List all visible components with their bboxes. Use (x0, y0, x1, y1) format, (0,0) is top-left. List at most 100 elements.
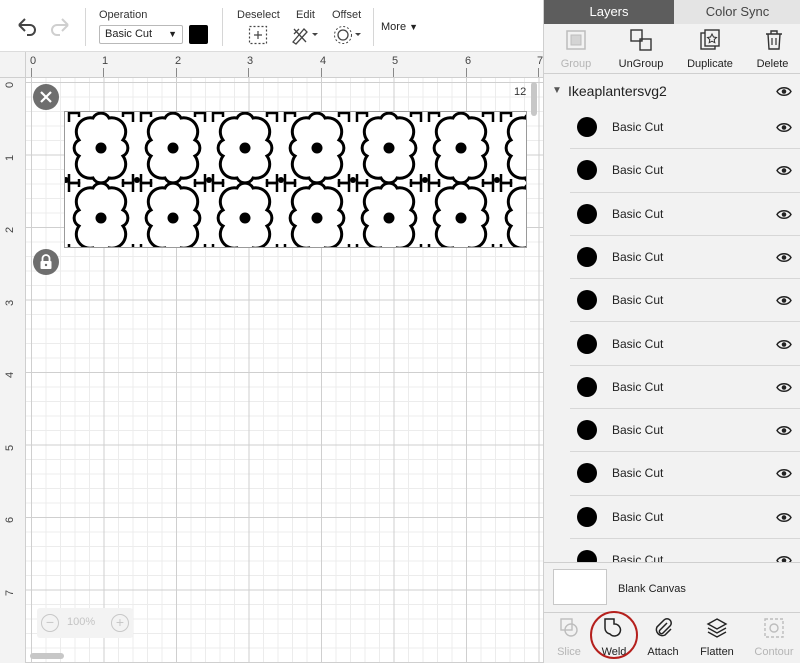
lock-proportions-button[interactable] (33, 249, 59, 275)
selection-width-label: 12 (514, 86, 527, 98)
horizontal-scrollbar[interactable] (30, 653, 64, 659)
slice-label: Slice (557, 646, 581, 658)
slice-button[interactable]: Slice (544, 613, 594, 663)
eye-icon[interactable] (776, 295, 792, 306)
eye-icon[interactable] (776, 382, 792, 393)
ruler-top: 0 1 2 3 4 5 6 7 (26, 52, 543, 78)
close-selection-button[interactable] (33, 84, 59, 110)
eye-icon[interactable] (776, 339, 792, 350)
blank-canvas-row[interactable]: Blank Canvas (544, 562, 800, 612)
blank-canvas-label: Blank Canvas (618, 583, 686, 595)
layer-color-dot[interactable] (577, 550, 597, 562)
tab-color-sync[interactable]: Color Sync (674, 0, 800, 24)
offset-icon[interactable] (333, 25, 363, 45)
layer-color-dot[interactable] (577, 160, 597, 181)
group-button[interactable]: Group (544, 24, 608, 74)
attach-button[interactable]: Attach (638, 613, 688, 663)
layer-name: Basic Cut (612, 206, 664, 221)
ruler-number: 1 (4, 154, 16, 161)
undo-icon[interactable] (15, 14, 39, 38)
toolbar-divider (85, 8, 86, 46)
layer-color-dot[interactable] (577, 246, 597, 267)
layer-list: Basic Cut Basic Cut Basic Cut Basic Cut Basi… (544, 106, 800, 562)
layer-color-dot[interactable] (577, 117, 597, 137)
eye-icon[interactable] (776, 468, 792, 479)
contour-icon (764, 618, 784, 638)
layer-row[interactable]: Basic Cut (570, 496, 800, 539)
bottom-actions-bar: Slice Weld Attach Flatten Contour (544, 611, 800, 663)
layer-actions-bar: Group UnGroup Duplicate Delete (544, 24, 800, 74)
zoom-out-button[interactable]: − (41, 614, 59, 632)
layer-color-dot[interactable] (577, 463, 597, 484)
eye-icon[interactable] (776, 122, 792, 133)
ruler-number: 2 (4, 226, 16, 233)
eye-icon[interactable] (776, 252, 792, 263)
contour-button[interactable]: Contour (747, 613, 800, 663)
layer-color-dot[interactable] (577, 420, 597, 441)
eye-icon[interactable] (776, 555, 792, 562)
selected-design[interactable] (64, 111, 527, 248)
eye-icon[interactable] (776, 425, 792, 436)
layer-row[interactable]: Basic Cut (570, 409, 800, 453)
deselect-label: Deselect (237, 9, 280, 21)
eye-icon[interactable] (776, 209, 792, 220)
top-toolbar: Operation Basic Cut ▼ Deselect Edit Offs… (0, 0, 543, 52)
layer-row[interactable]: Basic Cut (570, 539, 800, 562)
ungroup-button[interactable]: UnGroup (606, 24, 676, 74)
layer-color-dot[interactable] (577, 203, 597, 224)
operation-color-swatch[interactable] (189, 25, 208, 44)
layer-name: Basic Cut (612, 423, 664, 438)
layer-group-row[interactable]: ▼ Ikeaplantersvg2 (544, 76, 800, 106)
layer-row[interactable]: Basic Cut (570, 236, 800, 280)
zoom-in-button[interactable]: + (111, 614, 129, 632)
tab-layers[interactable]: Layers (544, 0, 674, 24)
eye-icon[interactable] (776, 86, 792, 97)
paperclip-icon (655, 618, 672, 637)
layer-row[interactable]: Basic Cut (570, 106, 800, 150)
operation-label: Operation (99, 9, 148, 21)
operation-select[interactable]: Basic Cut ▼ (99, 25, 183, 44)
layer-name: Basic Cut (612, 509, 664, 524)
weld-highlight-circle (590, 611, 638, 659)
ruler-number: 4 (320, 55, 327, 67)
layer-color-dot[interactable] (577, 290, 597, 311)
layer-row[interactable]: Basic Cut (570, 323, 800, 366)
vertical-scrollbar[interactable] (531, 82, 537, 116)
tile-pattern-image (65, 112, 526, 247)
zoom-control: − 100% + (37, 608, 133, 638)
edit-tools-icon[interactable] (290, 25, 320, 45)
slice-icon (560, 618, 578, 637)
deselect-icon[interactable] (248, 25, 268, 45)
ruler-corner (0, 52, 26, 78)
ruler-tick (248, 68, 249, 77)
more-menu-button[interactable]: More ▼ (381, 21, 418, 33)
eye-icon[interactable] (776, 165, 792, 176)
chevron-down-icon: ▼ (168, 29, 177, 39)
design-canvas[interactable]: 0 1 2 3 4 5 6 7 0 1 2 3 4 5 6 7 12 − 100… (0, 52, 543, 663)
layer-row[interactable]: Basic Cut (570, 279, 800, 323)
chevron-down-icon[interactable]: ▼ (552, 85, 562, 96)
ruler-number: 5 (392, 55, 399, 67)
layer-row[interactable]: Basic Cut (570, 193, 800, 236)
redo-icon[interactable] (48, 14, 72, 38)
layer-row[interactable]: Basic Cut (570, 452, 800, 496)
flatten-button[interactable]: Flatten (691, 613, 743, 663)
layer-color-dot[interactable] (577, 333, 597, 354)
duplicate-button[interactable]: Duplicate (678, 24, 742, 74)
contour-label: Contour (754, 646, 794, 658)
layer-row[interactable]: Basic Cut (570, 149, 800, 193)
toolbar-divider (373, 8, 374, 46)
layer-name: Basic Cut (612, 553, 664, 562)
layer-name: Basic Cut (612, 336, 664, 351)
layer-color-dot[interactable] (577, 376, 597, 397)
ruler-left: 0 1 2 3 4 5 6 7 (0, 78, 26, 663)
attach-label: Attach (647, 646, 679, 658)
layer-color-dot[interactable] (577, 506, 597, 527)
layers-panel: Layers Color Sync Group UnGroup Duplicat… (543, 0, 800, 663)
layer-name: Basic Cut (612, 120, 664, 134)
ruler-tick (176, 68, 177, 77)
ruler-tick (103, 68, 104, 77)
delete-button[interactable]: Delete (744, 24, 800, 74)
layer-row[interactable]: Basic Cut (570, 366, 800, 410)
eye-icon[interactable] (776, 512, 792, 523)
